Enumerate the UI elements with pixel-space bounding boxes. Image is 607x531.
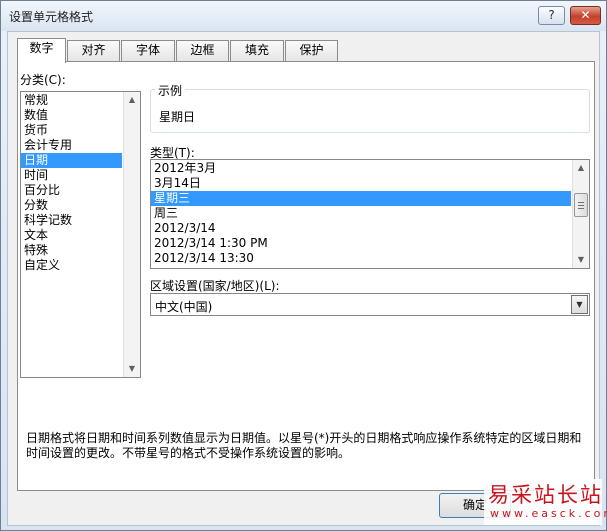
scroll-up-arrow-icon[interactable]: ▲ [573,160,589,176]
type-scrollbar[interactable]: ▲ ▼ [572,160,589,268]
watermark-logo-text: 易采站长站 [488,483,603,507]
type-listbox[interactable]: 2012年3月 3月14日 星期三 周三 2012/3/14 2012/3/14… [150,159,590,269]
watermark-url: www.easck.com [490,507,607,520]
thumb-grip-line [578,208,584,209]
title-bar[interactable]: 设置单元格格式 ? ✕ [1,1,606,31]
tab-alignment[interactable]: 对齐 [67,40,120,61]
type-item[interactable]: 周三 [151,206,589,221]
scroll-up-arrow-icon[interactable]: ▲ [124,92,140,108]
category-label: 分类(C): [20,73,66,87]
close-button[interactable]: ✕ [570,6,601,25]
tab-fill[interactable]: 填充 [230,40,284,61]
type-item[interactable]: 2012/3/14 13:30 [151,251,589,266]
thumb-grip-line [578,202,584,203]
type-item[interactable]: 3月14日 [151,176,589,191]
type-item[interactable]: 2012/3/14 1:30 PM [151,236,589,251]
chevron-down-icon[interactable]: ▼ [571,295,588,314]
format-cells-dialog: 设置单元格格式 ? ✕ 数字 对齐 字体 边框 填充 保护 分类(C): 常规 … [0,0,607,531]
type-items: 2012年3月 3月14日 星期三 周三 2012/3/14 2012/3/14… [151,160,589,266]
scroll-down-arrow-icon[interactable]: ▼ [573,252,589,268]
tab-protection[interactable]: 保护 [285,40,338,61]
help-button[interactable]: ? [538,6,565,25]
type-item[interactable]: 2012/3/14 [151,221,589,236]
locale-dropdown[interactable]: 中文(中国) ▼ [150,293,590,316]
type-item-selected[interactable]: 星期三 [151,191,571,206]
dialog-title: 设置单元格格式 [9,10,94,24]
tab-border[interactable]: 边框 [176,40,229,61]
thumb-grip-line [578,205,584,206]
category-listbox[interactable]: 常规 数值 货币 会计专用 日期 时间 百分比 分数 科学记数 文本 特殊 自定… [20,91,141,378]
sample-group: 示例 星期日 [150,82,590,133]
tab-number[interactable]: 数字 [17,38,66,63]
number-tab-panel: 分类(C): 常规 数值 货币 会计专用 日期 时间 百分比 分数 科学记数 文… [17,61,595,491]
tab-font[interactable]: 字体 [121,40,175,61]
format-description: 日期格式将日期和时间系列数值显示为日期值。以星号(*)开头的日期格式响应操作系统… [26,431,582,460]
category-scrollbar[interactable]: ▲ ▼ [123,92,140,377]
sample-value: 星期日 [159,110,196,124]
scroll-thumb[interactable] [574,193,588,217]
locale-label: 区域设置(国家/地区)(L): [150,279,280,293]
locale-value: 中文(中国) [155,300,213,314]
category-item-selected[interactable]: 日期 [21,153,122,168]
site-watermark: 易采站长站 www.easck.com [484,479,607,525]
scroll-down-arrow-icon[interactable]: ▼ [124,361,140,377]
type-item[interactable]: 2012年3月 [151,161,589,176]
sample-label: 示例 [155,82,186,99]
dialog-client: 数字 对齐 字体 边框 填充 保护 分类(C): 常规 数值 货币 会计专用 日… [7,31,600,526]
